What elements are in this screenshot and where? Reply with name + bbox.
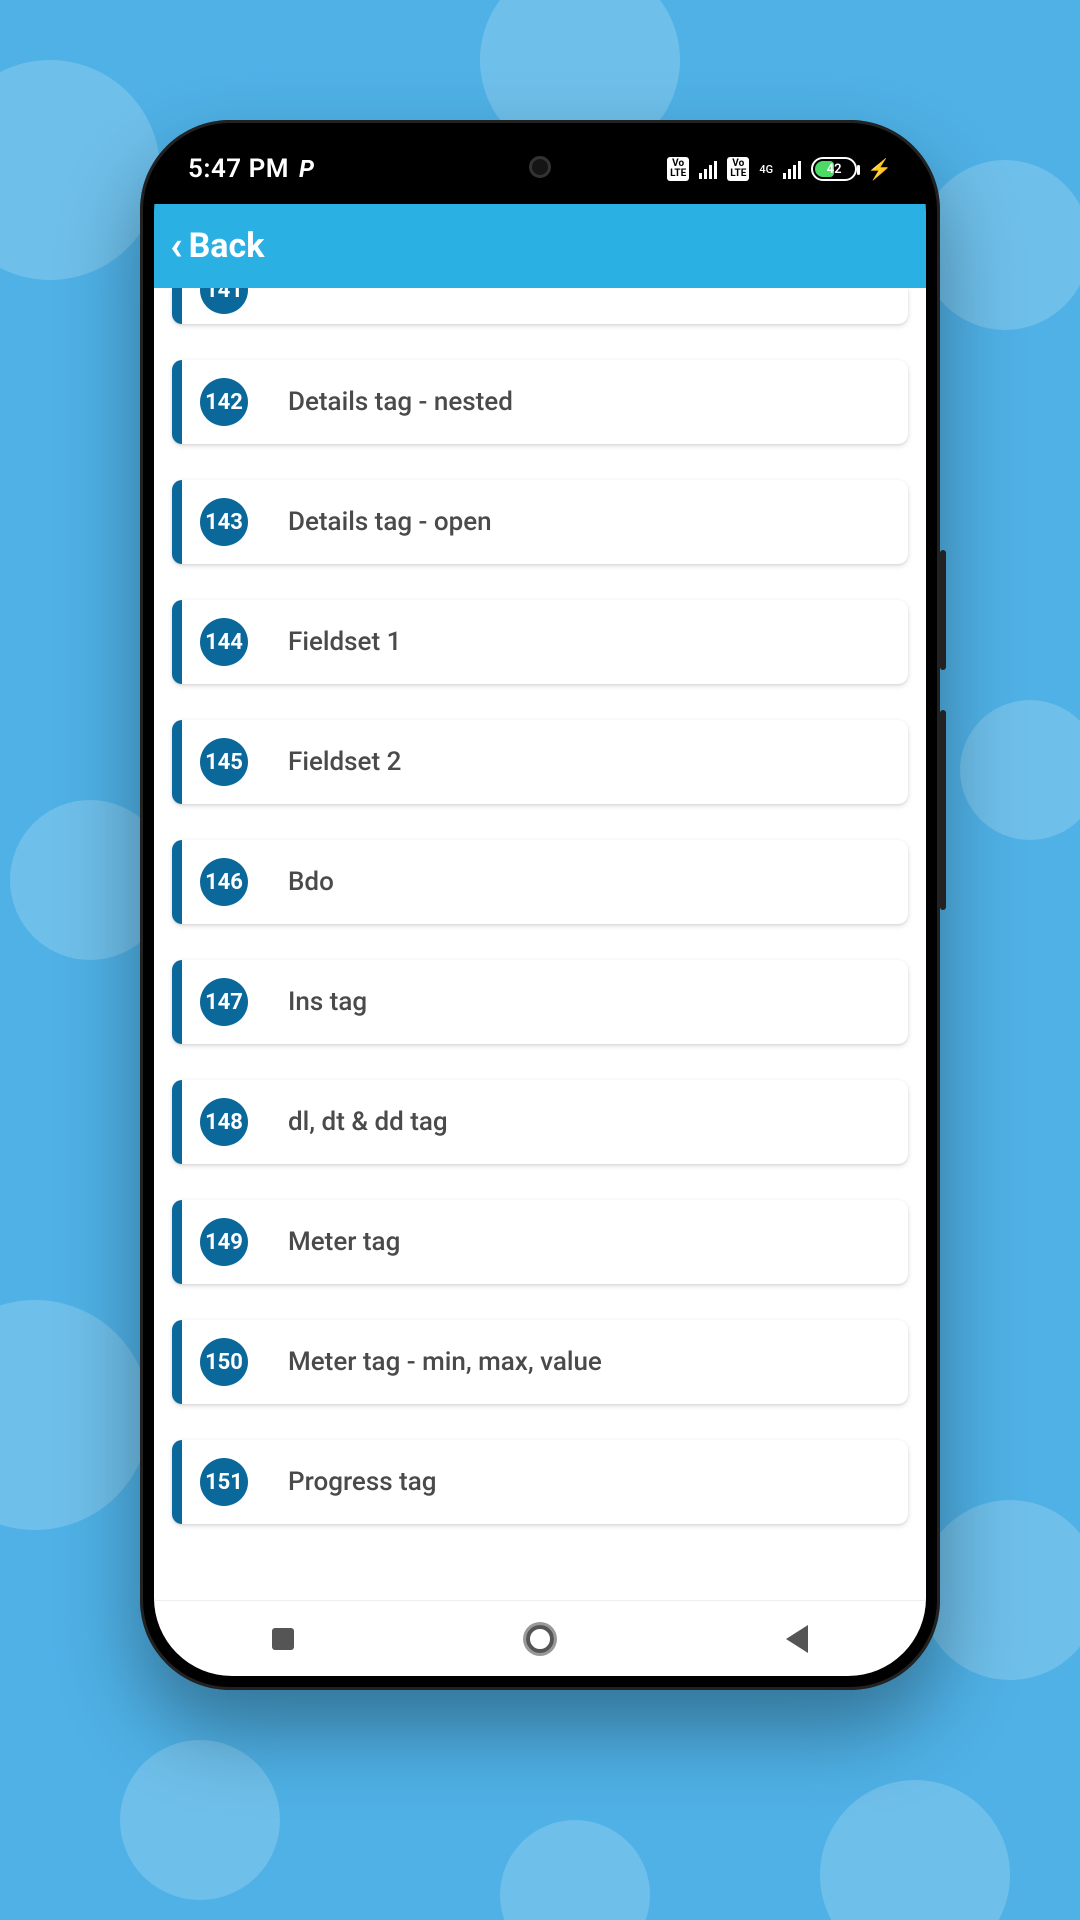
list-item[interactable]: 148 dl, dt & dd tag xyxy=(172,1080,908,1164)
android-nav-bar xyxy=(154,1600,926,1676)
circle-icon xyxy=(526,1625,554,1653)
content-list[interactable]: 141 142 Details tag - nested 143 Details… xyxy=(154,288,926,1600)
item-number-badge: 144 xyxy=(200,618,248,666)
item-number-badge: 150 xyxy=(200,1338,248,1386)
item-number-badge: 146 xyxy=(200,858,248,906)
item-label: Details tag - nested xyxy=(288,387,513,417)
item-label: Meter tag - min, max, value xyxy=(288,1347,602,1377)
signal-icon-2 xyxy=(783,159,801,179)
list-item[interactable]: 145 Fieldset 2 xyxy=(172,720,908,804)
phone-screen: 5:47 PM P Vo LTE Vo LTE 4G 42 ⚡ ‹ Back xyxy=(154,134,926,1676)
item-number-badge: 151 xyxy=(200,1458,248,1506)
charging-icon: ⚡ xyxy=(867,157,892,181)
item-number-badge: 141 xyxy=(200,288,248,314)
app-header: ‹ Back xyxy=(154,204,926,288)
list-item[interactable]: 144 Fieldset 1 xyxy=(172,600,908,684)
item-label: Bdo xyxy=(288,867,334,897)
back-nav-button[interactable] xyxy=(727,1625,867,1653)
item-number-badge: 147 xyxy=(200,978,248,1026)
signal-icon-1 xyxy=(699,159,717,179)
list-item[interactable]: 146 Bdo xyxy=(172,840,908,924)
battery-icon: 42 xyxy=(811,157,857,181)
list-item[interactable]: 141 xyxy=(172,288,908,324)
item-number-badge: 148 xyxy=(200,1098,248,1146)
list-item[interactable]: 142 Details tag - nested xyxy=(172,360,908,444)
item-label: Ins tag xyxy=(288,987,367,1017)
item-number-badge: 149 xyxy=(200,1218,248,1266)
item-number-badge: 145 xyxy=(200,738,248,786)
item-label: Meter tag xyxy=(288,1227,400,1257)
clock: 5:47 PM xyxy=(188,154,289,184)
square-icon xyxy=(272,1628,294,1650)
phone-frame: 5:47 PM P Vo LTE Vo LTE 4G 42 ⚡ ‹ Back xyxy=(140,120,940,1690)
item-label: Fieldset 1 xyxy=(288,627,401,657)
list-item[interactable]: 147 Ins tag xyxy=(172,960,908,1044)
back-button[interactable]: Back xyxy=(189,226,265,266)
item-label: Details tag - open xyxy=(288,507,492,537)
chevron-left-icon[interactable]: ‹ xyxy=(170,226,183,266)
item-label: Progress tag xyxy=(288,1467,436,1497)
list-item[interactable]: 150 Meter tag - min, max, value xyxy=(172,1320,908,1404)
item-label: dl, dt & dd tag xyxy=(288,1107,448,1137)
camera-notch xyxy=(529,156,551,178)
list-item[interactable]: 149 Meter tag xyxy=(172,1200,908,1284)
home-button[interactable] xyxy=(470,1625,610,1653)
battery-level: 42 xyxy=(813,162,855,177)
network-4g-label: 4G xyxy=(759,164,773,175)
triangle-left-icon xyxy=(786,1625,808,1653)
volte-icon-1: Vo LTE xyxy=(667,157,689,181)
p-icon: P xyxy=(299,155,314,183)
list-item[interactable]: 151 Progress tag xyxy=(172,1440,908,1524)
item-number-badge: 142 xyxy=(200,378,248,426)
item-number-badge: 143 xyxy=(200,498,248,546)
overview-button[interactable] xyxy=(213,1628,353,1650)
volte-icon-2: Vo LTE xyxy=(727,157,749,181)
item-label: Fieldset 2 xyxy=(288,747,401,777)
list-item[interactable]: 143 Details tag - open xyxy=(172,480,908,564)
